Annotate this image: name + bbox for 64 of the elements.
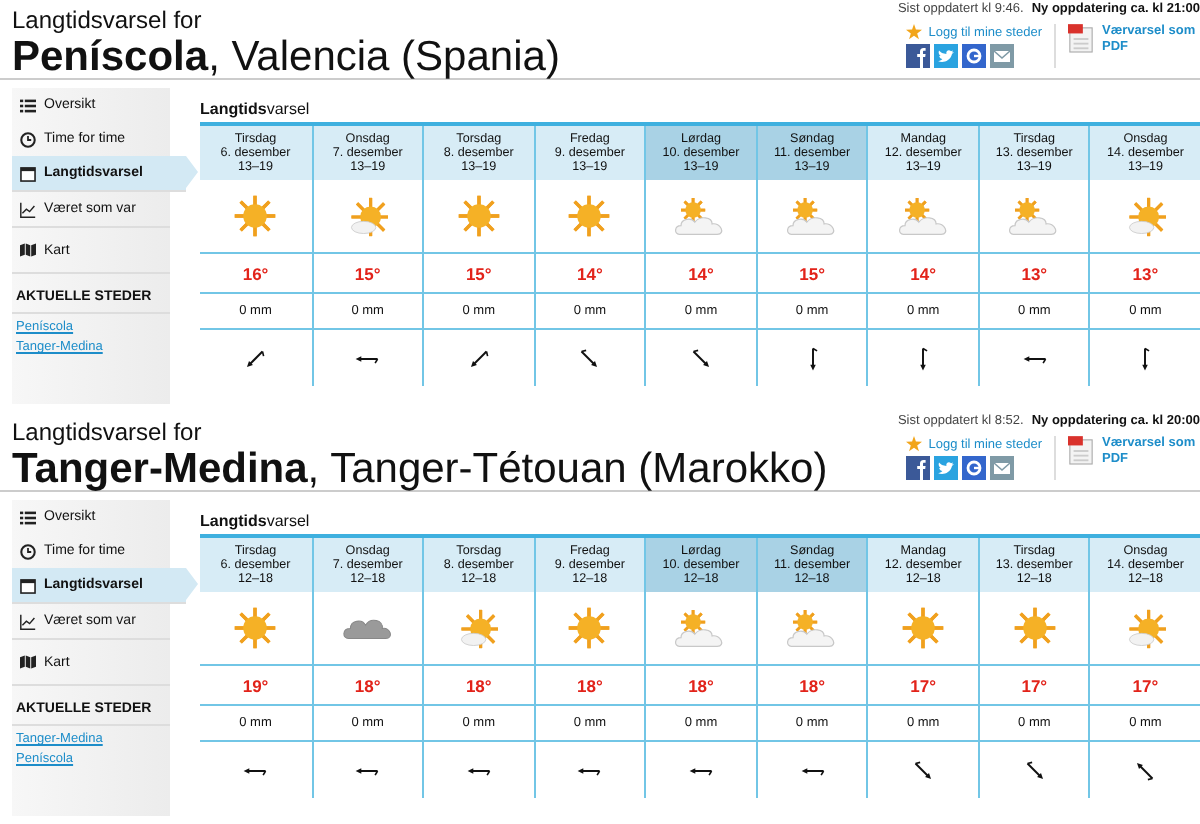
calendar-icon — [20, 165, 36, 181]
location-title: Peníscola, Valencia (Spania) — [12, 34, 560, 82]
temperature: 13° — [979, 254, 1089, 294]
cloud-icon — [341, 617, 394, 639]
star-icon[interactable] — [906, 24, 923, 40]
temperature: 18° — [535, 666, 645, 706]
map-icon — [20, 242, 36, 258]
social-icon[interactable] — [906, 44, 931, 68]
cloud-sun-icon — [1008, 197, 1061, 235]
temperature: 13° — [1090, 254, 1200, 294]
star-icon[interactable] — [906, 436, 923, 452]
bird-icon[interactable] — [934, 44, 959, 68]
temperature: 17° — [979, 666, 1089, 706]
temperature: 17° — [1090, 666, 1200, 706]
temperature: 15° — [757, 254, 867, 294]
temperature: 18° — [313, 666, 423, 706]
temperature: 14° — [868, 254, 978, 294]
temperature: 18° — [646, 666, 756, 706]
sun-cloud-icon — [1125, 195, 1166, 237]
wind-arrow-icon — [465, 345, 492, 371]
temperature: 17° — [868, 666, 978, 706]
temperature: 15° — [313, 254, 423, 294]
sun-cloud-icon — [1125, 607, 1166, 649]
page-subtitle: Langtidsvarsel for — [12, 418, 204, 446]
pdf-icon[interactable] — [1068, 436, 1094, 466]
chart-icon — [20, 613, 36, 629]
wind-arrow-icon — [687, 345, 714, 371]
wind-arrow-icon — [576, 345, 603, 371]
temperature: 14° — [646, 254, 756, 294]
sun-cloud-icon — [458, 607, 499, 649]
sun-cloud-icon — [347, 195, 388, 237]
wind-arrow-icon — [1021, 757, 1048, 783]
temperature: 14° — [535, 254, 645, 294]
wind-arrow-icon — [910, 757, 937, 783]
list-icon — [20, 509, 36, 525]
map-icon — [20, 654, 36, 670]
temperature: 18° — [757, 666, 867, 706]
mail-icon[interactable] — [990, 456, 1015, 480]
wind-arrow-icon — [242, 345, 269, 371]
bird-icon[interactable] — [934, 456, 959, 480]
cloud-sun-icon — [674, 609, 727, 647]
social-icon[interactable] — [962, 456, 987, 480]
table-title: Langtidsvarsel — [200, 100, 312, 118]
temperature: 18° — [424, 666, 534, 706]
mail-icon[interactable] — [990, 44, 1015, 68]
clock-icon — [20, 543, 36, 559]
pdf-icon[interactable] — [1068, 24, 1094, 54]
temperature: 19° — [200, 666, 312, 706]
chart-icon — [20, 201, 36, 217]
cloud-sun-icon — [786, 197, 839, 235]
clock-icon — [20, 131, 36, 147]
cloud-sun-icon — [897, 197, 950, 235]
social-icon[interactable] — [962, 44, 987, 68]
calendar-icon — [20, 577, 36, 593]
temperature: 16° — [200, 254, 312, 294]
list-icon — [20, 97, 36, 113]
cloud-sun-icon — [674, 197, 727, 235]
temperature: 15° — [424, 254, 534, 294]
page-subtitle: Langtidsvarsel for — [12, 6, 204, 34]
wind-arrow-icon — [1132, 757, 1159, 783]
cloud-sun-icon — [786, 609, 839, 647]
table-title: Langtidsvarsel — [200, 512, 312, 530]
location-title: Tanger-Medina, Tanger-Tétouan (Marokko) — [12, 446, 828, 494]
social-icon[interactable] — [906, 456, 931, 480]
